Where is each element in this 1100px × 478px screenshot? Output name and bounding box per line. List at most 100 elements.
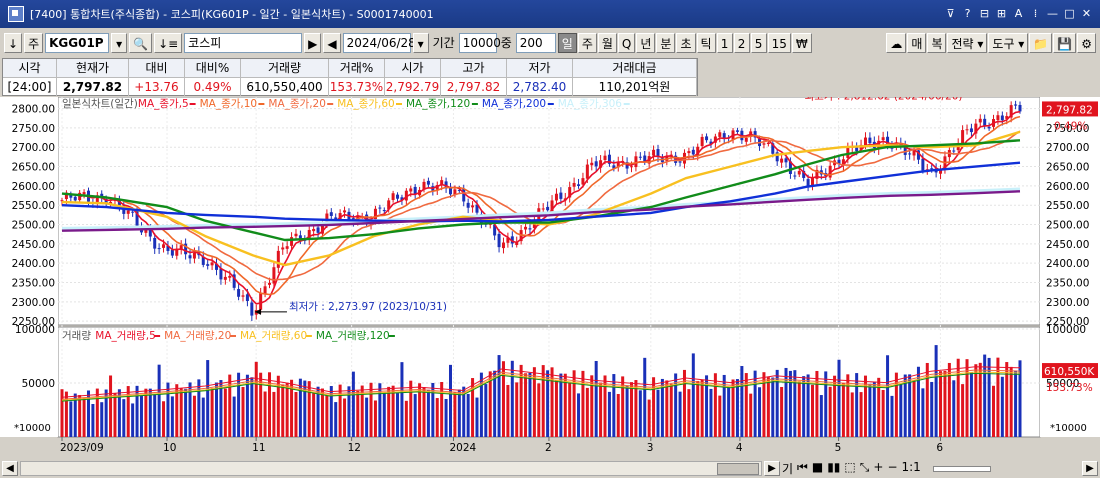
toolbar-right-group: ☁ 매 복 전략 ▾ 도구 ▾ 📁 💾 ⚙ <box>886 32 1096 53</box>
zoom-control-3[interactable]: ▮▮ <box>827 460 840 477</box>
unit-button-9[interactable]: 2 <box>733 32 750 53</box>
toolbar-right-button-7[interactable]: ⚙ <box>1077 32 1096 53</box>
volume-bar <box>91 404 95 437</box>
scroll-end-icon[interactable]: ▶ <box>1082 461 1098 476</box>
unit-button-11[interactable]: 15 <box>767 32 791 53</box>
unit-button-8[interactable]: 1 <box>716 32 733 53</box>
scroll-right-icon[interactable]: ▶ <box>764 461 780 476</box>
toolbar-right-button-5[interactable]: 📁 <box>1029 32 1053 53</box>
zoom-control-6[interactable]: + <box>873 460 883 477</box>
toolbar-right-button-4[interactable]: 도구 ▾ <box>988 32 1029 53</box>
price-y-label-right: 2600.00 <box>1046 181 1089 193</box>
zoom-control-2[interactable]: ■ <box>812 460 823 477</box>
scroll-thumb[interactable] <box>717 463 759 475</box>
unit-button-5[interactable]: 분 <box>656 32 676 53</box>
volume-unit-label-right: *10000 <box>1050 423 1087 434</box>
price-legend-item: MA_종가,5 <box>138 98 189 110</box>
volume-bar <box>210 388 214 437</box>
code-dropdown-button[interactable]: ▾ <box>111 32 128 53</box>
list-icon[interactable]: ↓≡ <box>154 32 183 53</box>
unit-button-0[interactable]: 일 <box>557 32 577 53</box>
toolbar-right-button-6[interactable]: 💾 <box>1053 32 1077 53</box>
volume-bar <box>510 360 514 437</box>
close-icon[interactable]: ✕ <box>1079 6 1094 22</box>
candle-body <box>329 212 333 216</box>
volume-bar <box>69 401 73 437</box>
down-arrow-button[interactable]: ↓ <box>4 32 23 53</box>
zoom-control-1[interactable]: ⏮ <box>797 460 808 477</box>
candle-body <box>382 210 386 212</box>
window-controls: ⊽? ⊟ ⊞ A ⁞ — □ ✕ <box>943 6 1094 22</box>
volume-bar <box>157 364 161 437</box>
scroll-left-icon[interactable]: ◀ <box>2 461 18 476</box>
period-input[interactable]: 10000 <box>458 32 501 53</box>
zoom-control-5[interactable]: ⤡ <box>860 460 870 477</box>
prev-button[interactable]: ◀ <box>323 32 341 53</box>
toolbar-right-button-2[interactable]: 복 <box>927 32 947 53</box>
volume-bar <box>594 360 598 437</box>
date-dropdown-button[interactable]: ▾ <box>412 32 429 53</box>
maximize-icon[interactable]: □ <box>1062 6 1077 22</box>
x-label: 12 <box>348 442 361 454</box>
candle-body <box>855 147 859 152</box>
candle-body <box>426 180 430 185</box>
candle-body <box>206 264 210 266</box>
volume-bar <box>254 361 258 437</box>
low-annotation: 최저가 : 2,273.97 (2023/10/31) <box>289 301 447 313</box>
unit-button-6[interactable]: 초 <box>676 32 696 53</box>
interval-input[interactable]: 200 <box>515 32 556 53</box>
code-input[interactable]: KGG01P <box>45 32 110 53</box>
volume-bar <box>616 393 620 437</box>
candle-body <box>237 289 241 297</box>
next-button[interactable]: ▶ <box>304 32 322 53</box>
chart-area[interactable]: 2800.002800.002750.002750.002700.002700.… <box>0 90 1100 457</box>
search-icon[interactable]: 🔍 <box>129 32 153 53</box>
unit-button-10[interactable]: 5 <box>750 32 767 53</box>
volume-bar <box>440 382 444 437</box>
zoom-control-7[interactable]: − <box>887 460 897 477</box>
candle-body <box>281 247 285 250</box>
layout-icon[interactable]: ⊟ <box>977 6 992 22</box>
volume-bar <box>612 374 616 437</box>
unit-button-4[interactable]: 년 <box>636 32 656 53</box>
help-icon[interactable]: ? <box>960 6 975 22</box>
font-size-icon[interactable]: A <box>1011 6 1026 22</box>
volume-bar <box>497 355 501 437</box>
zoom-control-4[interactable]: ⬚ <box>844 460 855 477</box>
price-y-label: 2400.00 <box>12 258 55 270</box>
candle-body <box>687 151 691 154</box>
volume-bar <box>82 397 86 437</box>
grid-icon[interactable]: ⊞ <box>994 6 1009 22</box>
volume-y-label: 50000 <box>22 378 55 390</box>
toolbar-right-button-3[interactable]: 전략 ▾ <box>947 32 988 53</box>
market-selector[interactable]: 주 <box>24 32 44 53</box>
volume-legend-item: MA_거래량,5 <box>95 330 156 342</box>
volume-bar <box>298 378 302 437</box>
horizontal-scrollbar[interactable] <box>20 461 762 476</box>
price-y-label: 2600.00 <box>12 181 55 193</box>
zoom-control-0[interactable]: 기 <box>782 460 793 477</box>
unit-button-2[interactable]: 월 <box>597 32 617 53</box>
chart-svg[interactable]: 2800.002800.002750.002750.002700.002700.… <box>0 90 1100 457</box>
unit-button-3[interactable]: Q <box>617 32 636 53</box>
date-input[interactable]: 2024/06/28 <box>342 32 416 53</box>
toolbar-right-button-0[interactable]: ☁ <box>886 32 907 53</box>
pin-icon[interactable]: ⊽ <box>943 6 958 22</box>
volume-bar <box>863 375 867 437</box>
unit-button-1[interactable]: 주 <box>577 32 597 53</box>
unit-button-7[interactable]: 틱 <box>696 32 716 53</box>
minimize-icon[interactable]: — <box>1045 6 1060 22</box>
candle-body <box>868 137 872 144</box>
candle-body <box>228 275 232 278</box>
price-y-label-right: 2700.00 <box>1046 142 1089 154</box>
toolbar-right-button-1[interactable]: 매 <box>907 32 927 53</box>
volume-bar <box>382 392 386 437</box>
unit-button-12[interactable]: ₩ <box>791 32 812 53</box>
volume-bar <box>797 381 801 437</box>
volume-bar <box>351 371 355 437</box>
volume-bar <box>872 381 876 437</box>
zoom-control-8[interactable]: 1:1 <box>902 460 921 477</box>
zoom-slider[interactable] <box>932 465 991 472</box>
settings-icon[interactable]: ⁞ <box>1028 6 1043 22</box>
volume-bar <box>493 370 497 437</box>
